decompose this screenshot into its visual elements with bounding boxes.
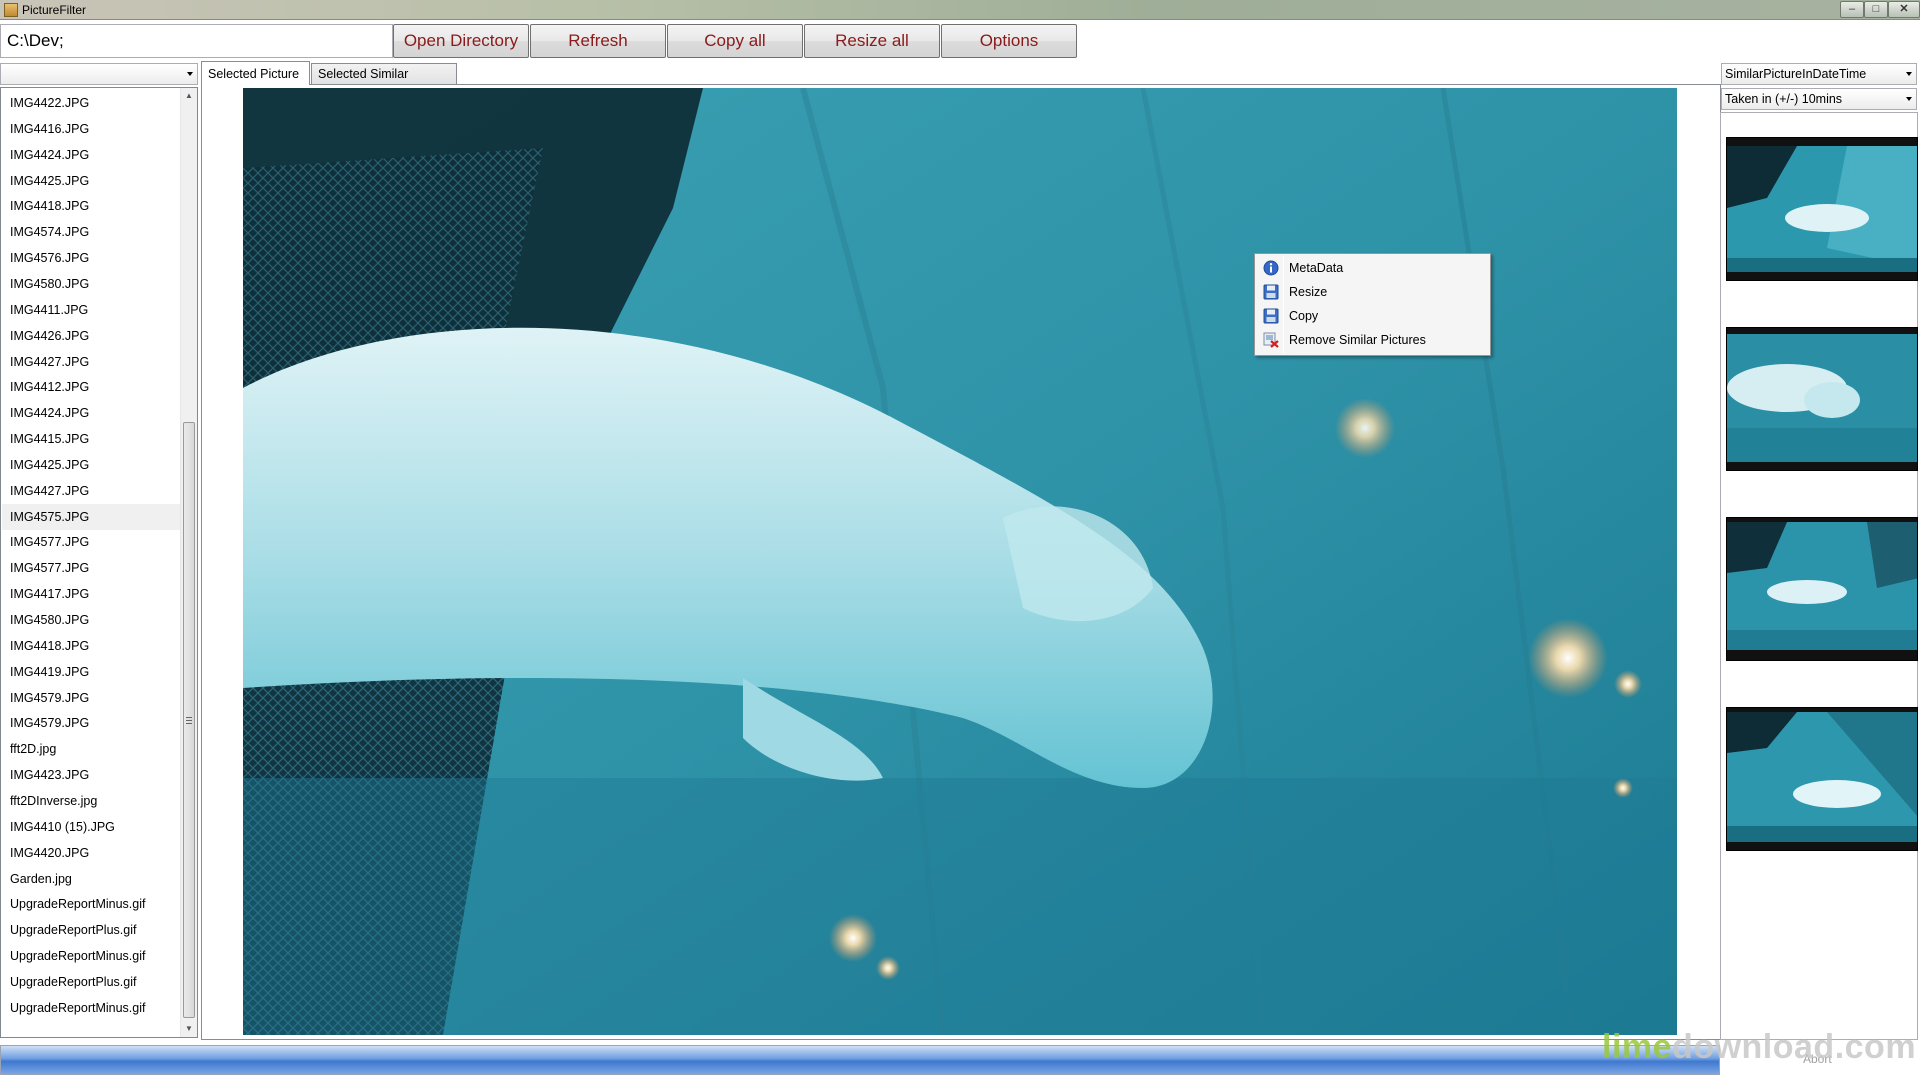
menu-item-label: MetaData (1289, 261, 1344, 275)
beluga-thumbnail (1727, 518, 1917, 660)
resize-all-button[interactable]: Resize all (804, 24, 940, 58)
file-list-item[interactable]: IMG4419.JPG (2, 659, 180, 685)
file-list-item[interactable]: IMG4423.JPG (2, 762, 180, 788)
chevron-down-icon (187, 72, 193, 76)
tab-selected-similar-picture[interactable]: Selected Similar Picture (311, 63, 457, 101)
options-button[interactable]: Options (941, 24, 1077, 58)
beluga-thumbnail (1727, 328, 1917, 470)
file-list-item[interactable]: UpgradeReportMinus.gif (2, 891, 180, 917)
file-list-item[interactable]: UpgradeReportPlus.gif (2, 917, 180, 943)
file-list[interactable]: IMG4422.JPG IMG4416.JPG IMG4424.JPG IMG4425… (0, 87, 198, 1038)
close-button[interactable]: ✕ (1888, 1, 1920, 18)
file-list-item[interactable]: IMG4411.JPG (2, 297, 180, 323)
progress-bar (0, 1045, 1720, 1075)
file-list-item[interactable]: IMG4422.JPG (2, 90, 180, 116)
similar-picture-thumbnail[interactable] (1726, 327, 1918, 471)
file-list-item[interactable]: IMG4425.JPG (2, 452, 180, 478)
copy-all-button[interactable]: Copy all (667, 24, 803, 58)
save-icon (1263, 284, 1279, 300)
file-list-item[interactable]: IMG4424.JPG (2, 400, 180, 426)
time-window-dropdown[interactable]: Taken in (+/-) 10mins (1721, 88, 1917, 110)
similar-picture-thumbnail[interactable] (1726, 707, 1918, 851)
watermark-logo: limedownload.com (1602, 1028, 1916, 1067)
chevron-down-icon (1906, 72, 1912, 76)
file-list-item[interactable]: IMG4426.JPG (2, 323, 180, 349)
refresh-button[interactable]: Refresh (530, 24, 666, 58)
beluga-thumbnail (1727, 708, 1917, 850)
similar-picture-thumbnail[interactable] (1726, 137, 1918, 281)
selected-picture-image[interactable] (243, 88, 1677, 1035)
menu-item-label: Resize (1289, 285, 1328, 299)
file-list-item[interactable]: IMG4580.JPG (2, 271, 180, 297)
menu-item-label: Remove Similar Pictures (1289, 333, 1426, 347)
context-menu: MetaData Resize Copy Remove Similar Pict… (1254, 253, 1491, 356)
file-list-item[interactable]: IMG4418.JPG (2, 193, 180, 219)
file-list-item[interactable]: IMG4576.JPG (2, 245, 180, 271)
file-list-item[interactable]: IMG4410 (15).JPG (2, 814, 180, 840)
title-bar: PictureFilter – □ ✕ (0, 0, 1920, 20)
file-list-item[interactable]: IMG4579.JPG (2, 710, 180, 736)
similarity-mode-value: SimilarPictureInDateTime (1725, 67, 1867, 81)
menu-item-metadata[interactable]: MetaData (1257, 256, 1488, 280)
save-icon (1263, 308, 1279, 324)
file-list-item[interactable]: IMG4416.JPG (2, 116, 180, 142)
minimize-button[interactable]: – (1840, 1, 1864, 18)
maximize-button[interactable]: □ (1864, 1, 1888, 18)
file-list-item[interactable]: UpgradeReportPlus.gif (2, 969, 180, 995)
file-list-item[interactable]: IMG4418.JPG (2, 633, 180, 659)
scrollbar-thumb[interactable] (183, 422, 195, 1018)
file-list-item[interactable]: IMG4577.JPG (2, 529, 180, 555)
watermark-part1: lime (1602, 1028, 1673, 1066)
open-directory-button[interactable]: Open Directory (393, 24, 529, 58)
menu-item-copy[interactable]: Copy (1257, 304, 1488, 328)
grip-icon (186, 717, 192, 724)
file-list-item[interactable]: UpgradeReportMinus.gif (2, 943, 180, 969)
file-list-item[interactable]: IMG4425.JPG (2, 168, 180, 194)
app-window: PictureFilter – □ ✕ Open Directory Refre… (0, 0, 1920, 1080)
file-list-item[interactable]: IMG4574.JPG (2, 219, 180, 245)
file-list-item[interactable]: IMG4427.JPG (2, 349, 180, 375)
scroll-down-arrow-icon[interactable]: ▼ (181, 1021, 197, 1037)
file-filter-dropdown[interactable] (0, 63, 198, 85)
file-list-scrollbar[interactable]: ▲ ▼ (180, 88, 197, 1037)
file-list-item[interactable]: IMG4415.JPG (2, 426, 180, 452)
remove-icon (1263, 332, 1279, 348)
file-list-item[interactable]: IMG4577.JPG (2, 555, 180, 581)
time-window-value: Taken in (+/-) 10mins (1725, 92, 1843, 106)
menu-item-remove-similar-pictures[interactable]: Remove Similar Pictures (1257, 328, 1488, 352)
file-list-item[interactable]: Garden.jpg (2, 866, 180, 892)
chevron-down-icon (1906, 97, 1912, 101)
similarity-mode-dropdown[interactable]: SimilarPictureInDateTime (1721, 63, 1917, 85)
beluga-thumbnail (1727, 138, 1917, 280)
beluga-photo (243, 88, 1677, 1035)
file-list-item[interactable]: UpgradeReportMinus.gif (2, 995, 180, 1021)
app-icon (4, 3, 18, 17)
file-list-item[interactable]: IMG4579.JPG (2, 685, 180, 711)
scroll-up-arrow-icon[interactable]: ▲ (181, 88, 197, 104)
progress-fill (1, 1046, 1719, 1074)
file-list-item[interactable]: IMG4420.JPG (2, 840, 180, 866)
file-list-item[interactable]: IMG4580.JPG (2, 607, 180, 633)
file-list-item[interactable]: IMG4412.JPG (2, 374, 180, 400)
watermark-part2: download.com (1672, 1028, 1917, 1066)
menu-item-resize[interactable]: Resize (1257, 280, 1488, 304)
file-list-item[interactable]: IMG4427.JPG (2, 478, 180, 504)
similar-picture-thumbnail[interactable] (1726, 517, 1918, 661)
window-title: PictureFilter (22, 3, 87, 17)
file-list-item[interactable]: fft2DInverse.jpg (2, 788, 180, 814)
file-list-item[interactable]: fft2D.jpg (2, 736, 180, 762)
file-list-item[interactable]: IMG4424.JPG (2, 142, 180, 168)
tab-selected-picture[interactable]: Selected Picture (201, 61, 310, 85)
directory-path-input[interactable] (0, 24, 393, 58)
menu-item-label: Copy (1289, 309, 1319, 323)
file-list-item[interactable]: IMG4417.JPG (2, 581, 180, 607)
info-icon (1263, 260, 1279, 276)
file-list-item[interactable]: IMG4575.JPG (2, 503, 180, 530)
